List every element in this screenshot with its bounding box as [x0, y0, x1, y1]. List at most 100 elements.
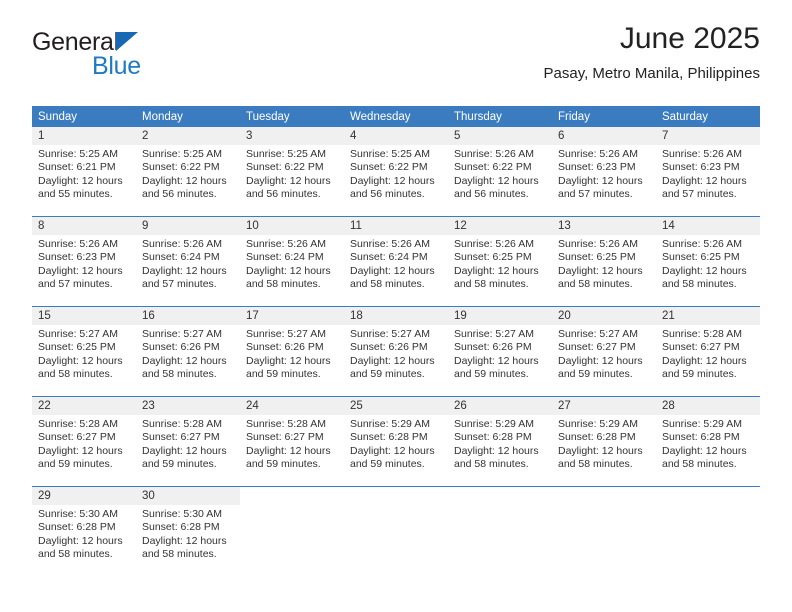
sunset-text: Sunset: 6:27 PM	[38, 431, 116, 444]
brand-logo[interactable]: General Blue	[32, 30, 252, 86]
day-sun-info: Sunrise: 5:27 AM Sunset: 6:26 PM Daylight:…	[136, 325, 240, 382]
brand-name-blue: Blue	[92, 52, 141, 80]
sunset-text: Sunset: 6:28 PM	[662, 431, 740, 444]
sunset-text: Sunset: 6:28 PM	[350, 431, 428, 444]
sunset-text: Sunset: 6:24 PM	[350, 251, 428, 264]
sunset-text: Sunset: 6:23 PM	[38, 251, 116, 264]
calendar-day-cell[interactable]: 14 Sunrise: 5:26 AM Sunset: 6:25 PM Dayligh…	[656, 217, 760, 306]
daylight-text: Daylight: 12 hours and 58 minutes.	[558, 444, 643, 471]
sunrise-text: Sunrise: 5:28 AM	[142, 418, 222, 430]
calendar-day-cell[interactable]: 19 Sunrise: 5:27 AM Sunset: 6:26 PM Dayligh…	[448, 307, 552, 396]
sunrise-text: Sunrise: 5:28 AM	[662, 328, 742, 340]
sunset-text: Sunset: 6:26 PM	[246, 341, 324, 354]
sunrise-text: Sunrise: 5:26 AM	[142, 238, 222, 250]
daylight-text: Daylight: 12 hours and 59 minutes.	[38, 444, 123, 471]
day-sun-info: Sunrise: 5:30 AM Sunset: 6:28 PM Daylight:…	[32, 505, 136, 562]
daylight-text: Daylight: 12 hours and 55 minutes.	[38, 174, 123, 201]
calendar-page: General Blue June 2025 Pasay, Metro Mani…	[0, 0, 792, 612]
calendar-day-cell[interactable]: 17 Sunrise: 5:27 AM Sunset: 6:26 PM Dayligh…	[240, 307, 344, 396]
calendar-day-cell[interactable]: 10 Sunrise: 5:26 AM Sunset: 6:24 PM Dayligh…	[240, 217, 344, 306]
day-sun-info: Sunrise: 5:26 AM Sunset: 6:25 PM Daylight:…	[448, 235, 552, 292]
calendar-day-cell[interactable]: 7 Sunrise: 5:26 AM Sunset: 6:23 PM Daylight…	[656, 127, 760, 216]
day-number: 4	[344, 127, 448, 145]
sunrise-text: Sunrise: 5:26 AM	[454, 148, 534, 160]
sunrise-text: Sunrise: 5:26 AM	[662, 238, 742, 250]
calendar-day-cell[interactable]: 12 Sunrise: 5:26 AM Sunset: 6:25 PM Dayligh…	[448, 217, 552, 306]
day-number: 29	[32, 487, 136, 505]
daylight-text: Daylight: 12 hours and 59 minutes.	[246, 354, 331, 381]
daylight-text: Daylight: 12 hours and 58 minutes.	[246, 264, 331, 291]
day-number: 8	[32, 217, 136, 235]
calendar-day-cell[interactable]: 27 Sunrise: 5:29 AM Sunset: 6:28 PM Dayligh…	[552, 397, 656, 486]
calendar-day-cell[interactable]: 20 Sunrise: 5:27 AM Sunset: 6:27 PM Dayligh…	[552, 307, 656, 396]
daylight-text: Daylight: 12 hours and 58 minutes.	[142, 354, 227, 381]
calendar-day-cell[interactable]: 24 Sunrise: 5:28 AM Sunset: 6:27 PM Dayligh…	[240, 397, 344, 486]
calendar-day-cell[interactable]: 26 Sunrise: 5:29 AM Sunset: 6:28 PM Dayligh…	[448, 397, 552, 486]
sunrise-text: Sunrise: 5:28 AM	[38, 418, 118, 430]
calendar-empty-cell	[656, 487, 760, 576]
calendar-week-row: 15 Sunrise: 5:27 AM Sunset: 6:25 PM Dayligh…	[32, 306, 760, 397]
day-number: 26	[448, 397, 552, 415]
calendar-day-cell[interactable]: 18 Sunrise: 5:27 AM Sunset: 6:26 PM Dayligh…	[344, 307, 448, 396]
day-number: 5	[448, 127, 552, 145]
calendar-day-cell[interactable]: 8 Sunrise: 5:26 AM Sunset: 6:23 PM Daylight…	[32, 217, 136, 306]
calendar-day-cell[interactable]: 23 Sunrise: 5:28 AM Sunset: 6:27 PM Dayligh…	[136, 397, 240, 486]
calendar-day-cell[interactable]: 22 Sunrise: 5:28 AM Sunset: 6:27 PM Dayligh…	[32, 397, 136, 486]
calendar-day-cell[interactable]: 1 Sunrise: 5:25 AM Sunset: 6:21 PM Daylight…	[32, 127, 136, 216]
sunrise-text: Sunrise: 5:27 AM	[246, 328, 326, 340]
sunrise-text: Sunrise: 5:29 AM	[350, 418, 430, 430]
sunset-text: Sunset: 6:22 PM	[246, 161, 324, 174]
calendar-day-cell[interactable]: 5 Sunrise: 5:26 AM Sunset: 6:22 PM Daylight…	[448, 127, 552, 216]
weekday-header-thursday: Thursday	[448, 106, 552, 127]
calendar-day-cell[interactable]: 6 Sunrise: 5:26 AM Sunset: 6:23 PM Daylight…	[552, 127, 656, 216]
day-number: 19	[448, 307, 552, 325]
calendar-week-row: 22 Sunrise: 5:28 AM Sunset: 6:27 PM Dayligh…	[32, 396, 760, 487]
weekday-header-friday: Friday	[552, 106, 656, 127]
day-number: 7	[656, 127, 760, 145]
daylight-text: Daylight: 12 hours and 58 minutes.	[38, 534, 123, 561]
calendar-day-cell[interactable]: 2 Sunrise: 5:25 AM Sunset: 6:22 PM Daylight…	[136, 127, 240, 216]
daylight-text: Daylight: 12 hours and 58 minutes.	[38, 354, 123, 381]
sunrise-text: Sunrise: 5:27 AM	[142, 328, 222, 340]
day-number: 16	[136, 307, 240, 325]
calendar-day-cell[interactable]: 11 Sunrise: 5:26 AM Sunset: 6:24 PM Dayligh…	[344, 217, 448, 306]
sunset-text: Sunset: 6:27 PM	[142, 431, 220, 444]
sunset-text: Sunset: 6:24 PM	[246, 251, 324, 264]
sunset-text: Sunset: 6:25 PM	[454, 251, 532, 264]
calendar-day-cell[interactable]: 4 Sunrise: 5:25 AM Sunset: 6:22 PM Daylight…	[344, 127, 448, 216]
calendar-day-cell[interactable]: 3 Sunrise: 5:25 AM Sunset: 6:22 PM Daylight…	[240, 127, 344, 216]
page-title: June 2025	[619, 22, 760, 55]
title-block: June 2025 Pasay, Metro Manila, Philippin…	[544, 22, 761, 82]
day-sun-info: Sunrise: 5:26 AM Sunset: 6:25 PM Daylight:…	[656, 235, 760, 292]
sunrise-text: Sunrise: 5:29 AM	[454, 418, 534, 430]
calendar-day-cell[interactable]: 28 Sunrise: 5:29 AM Sunset: 6:28 PM Dayligh…	[656, 397, 760, 486]
sunset-text: Sunset: 6:28 PM	[142, 521, 220, 534]
calendar-week-row: 1 Sunrise: 5:25 AM Sunset: 6:21 PM Daylight…	[32, 127, 760, 217]
sunset-text: Sunset: 6:22 PM	[350, 161, 428, 174]
calendar-day-cell[interactable]: 16 Sunrise: 5:27 AM Sunset: 6:26 PM Dayligh…	[136, 307, 240, 396]
calendar-day-cell[interactable]: 13 Sunrise: 5:26 AM Sunset: 6:25 PM Dayligh…	[552, 217, 656, 306]
calendar-day-cell[interactable]: 29 Sunrise: 5:30 AM Sunset: 6:28 PM Dayligh…	[32, 487, 136, 576]
calendar-empty-cell	[552, 487, 656, 576]
calendar-week-row: 8 Sunrise: 5:26 AM Sunset: 6:23 PM Daylight…	[32, 216, 760, 307]
day-number: 20	[552, 307, 656, 325]
day-sun-info: Sunrise: 5:28 AM Sunset: 6:27 PM Daylight:…	[656, 325, 760, 382]
sunrise-text: Sunrise: 5:29 AM	[662, 418, 742, 430]
calendar-day-cell[interactable]: 21 Sunrise: 5:28 AM Sunset: 6:27 PM Dayligh…	[656, 307, 760, 396]
calendar-day-cell[interactable]: 9 Sunrise: 5:26 AM Sunset: 6:24 PM Daylight…	[136, 217, 240, 306]
weekday-header-saturday: Saturday	[656, 106, 760, 127]
day-sun-info: Sunrise: 5:27 AM Sunset: 6:26 PM Daylight:…	[448, 325, 552, 382]
calendar-day-cell[interactable]: 30 Sunrise: 5:30 AM Sunset: 6:28 PM Dayligh…	[136, 487, 240, 576]
calendar-day-cell[interactable]: 25 Sunrise: 5:29 AM Sunset: 6:28 PM Dayligh…	[344, 397, 448, 486]
sunrise-text: Sunrise: 5:26 AM	[454, 238, 534, 250]
weekday-header-tuesday: Tuesday	[240, 106, 344, 127]
day-number: 30	[136, 487, 240, 505]
sunset-text: Sunset: 6:22 PM	[142, 161, 220, 174]
calendar-empty-cell	[344, 487, 448, 576]
daylight-text: Daylight: 12 hours and 56 minutes.	[246, 174, 331, 201]
day-sun-info: Sunrise: 5:29 AM Sunset: 6:28 PM Daylight:…	[448, 415, 552, 472]
day-number: 13	[552, 217, 656, 235]
daylight-text: Daylight: 12 hours and 58 minutes.	[142, 534, 227, 561]
sunset-text: Sunset: 6:27 PM	[246, 431, 324, 444]
calendar-day-cell[interactable]: 15 Sunrise: 5:27 AM Sunset: 6:25 PM Dayligh…	[32, 307, 136, 396]
